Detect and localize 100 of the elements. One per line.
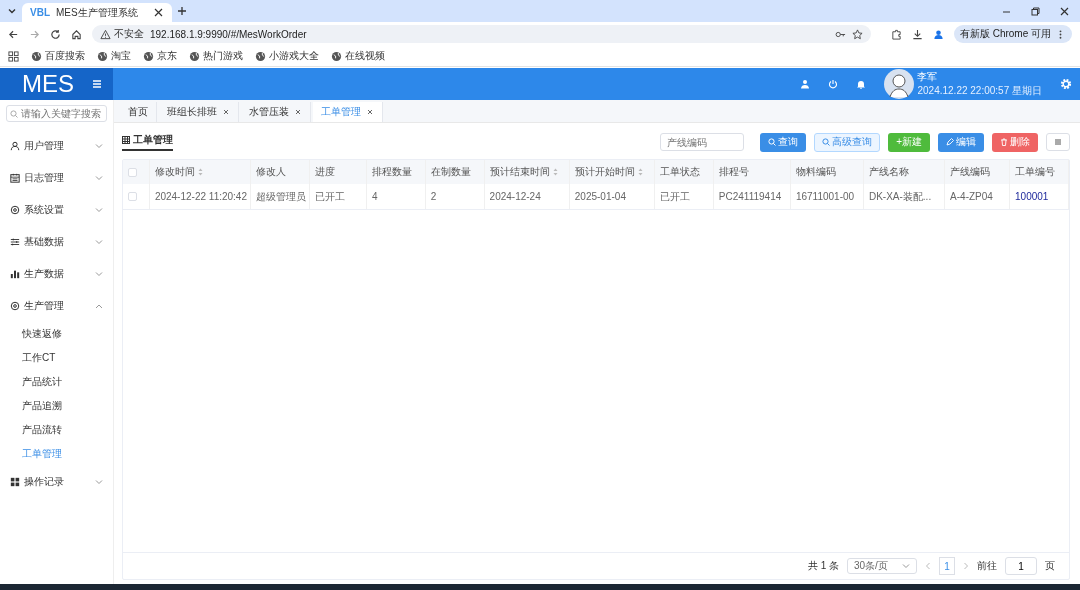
update-button[interactable]: 有新版 Chrome 可用 [953, 25, 1072, 43]
reload-icon[interactable] [50, 28, 61, 40]
datetime: 2024.12.22 22:00:57 星期日 [917, 84, 1042, 98]
table-cell: 2024-12-24 [489, 191, 541, 202]
table-link[interactable]: 100001 [1015, 191, 1049, 202]
close-icon[interactable] [153, 7, 164, 18]
sort-icon [637, 168, 643, 176]
sort-icon [552, 168, 558, 176]
gear-icon [10, 205, 20, 215]
chevron-up-icon [95, 303, 103, 309]
column-header: 在制数量 [430, 165, 472, 179]
bookmark[interactable]: 小游戏大全 [255, 49, 319, 63]
globe-icon [143, 50, 154, 62]
sidebar-subitem[interactable]: 产品统计 [0, 370, 113, 394]
sidebar-item[interactable]: 用户管理 [0, 130, 113, 162]
bell-icon[interactable] [856, 79, 867, 89]
column-header: 排程号 [718, 165, 750, 179]
table-cell: DK-XA-装配... [868, 190, 932, 202]
bookmark[interactable]: 京东 [143, 49, 177, 63]
sidebar-subitem[interactable]: 产品流转 [0, 418, 113, 442]
checkbox[interactable] [128, 167, 137, 177]
close-icon[interactable] [366, 108, 374, 116]
settings-icon[interactable] [1060, 78, 1072, 90]
chevron-down-icon [95, 143, 103, 149]
url-text: 192.168.1.9:9990/#/MesWorkOrder [150, 28, 308, 40]
security-status[interactable]: 不安全 [100, 27, 144, 41]
search-icon [822, 138, 831, 146]
sidebar-subitem[interactable]: 产品追溯 [0, 394, 113, 418]
chevron-down-icon [95, 479, 103, 485]
table-cell: 16711001-00 [795, 191, 855, 202]
close-icon[interactable] [222, 108, 230, 116]
search-icon [768, 138, 777, 146]
page-tab[interactable]: 工单管理 [313, 102, 383, 122]
chevron-down-icon [95, 175, 103, 181]
column-header: 产线编码 [950, 165, 992, 179]
sidebar-item[interactable]: 系统设置 [0, 194, 113, 226]
page-number[interactable]: 1 [939, 557, 955, 575]
app-logo: MES [21, 70, 75, 98]
home-icon[interactable] [71, 28, 82, 40]
close-icon[interactable] [1059, 5, 1070, 17]
chevron-down-icon [95, 207, 103, 213]
grid-icon [10, 477, 20, 487]
table-cell: A-4-ZP04 [950, 191, 993, 202]
sidebar-subitem[interactable]: 快速返修 [0, 322, 113, 346]
extension-icon[interactable] [890, 28, 902, 40]
sidebar-subitem[interactable]: 工作CT [0, 346, 113, 370]
globe-icon [97, 50, 108, 62]
bookmark[interactable]: 热门游戏 [189, 49, 243, 63]
table-cell: 4 [371, 191, 378, 202]
user-icon [10, 141, 20, 151]
sidebar-item[interactable]: 生产数据 [0, 258, 113, 290]
page-size-select[interactable]: 30条/页 [847, 558, 917, 574]
bar-chart-icon [10, 269, 20, 279]
apps-icon[interactable] [8, 50, 19, 62]
sidebar-item[interactable]: 基础数据 [0, 226, 113, 258]
plus-icon[interactable] [176, 5, 188, 17]
column-header: 工单编号 [1015, 165, 1057, 179]
column-header: 修改人 [256, 165, 288, 179]
star-icon[interactable] [851, 28, 863, 40]
filter-field[interactable]: 产线编码 [660, 133, 745, 151]
trash-icon [1000, 138, 1008, 146]
user-name: 李军 [917, 70, 939, 84]
sidebar-item[interactable]: 操作记录 [0, 466, 113, 498]
restore-icon[interactable] [1030, 5, 1041, 17]
checkbox[interactable] [128, 192, 137, 201]
warning-icon [100, 28, 111, 40]
download-icon[interactable] [911, 28, 923, 40]
table-cell: 2025-01-04 [574, 191, 626, 202]
table-cell: 2024-12-22 11:20:42 [154, 191, 247, 202]
column-header: 工单状态 [660, 165, 701, 179]
close-icon[interactable] [294, 108, 302, 116]
page-suffix: 页 [1045, 559, 1055, 573]
search-icon [10, 109, 18, 118]
edit-icon [946, 138, 954, 146]
table-cell: 已开工 [660, 190, 690, 202]
globe-icon [31, 50, 42, 62]
column-header: 物料编码 [795, 165, 837, 179]
sidebar-subitem[interactable]: 工单管理 [0, 442, 113, 466]
page-input[interactable]: 1 [1005, 557, 1037, 575]
profile-icon[interactable] [932, 28, 944, 40]
user-icon[interactable] [800, 79, 811, 89]
chevron-down-icon [902, 563, 910, 569]
power-icon[interactable] [828, 79, 839, 89]
table-cell: 2 [430, 191, 437, 202]
total-count: 共 1 条 [807, 559, 839, 573]
sidebar-item[interactable]: 日志管理 [0, 162, 113, 194]
address-bar[interactable]: 不安全 192.168.1.9:9990/#/MesWorkOrder [92, 25, 871, 43]
avatar[interactable] [884, 69, 915, 99]
bookmark[interactable]: 百度搜索 [31, 49, 85, 63]
page-title: 工单管理 [122, 133, 173, 151]
sliders-icon [10, 237, 20, 247]
calendar-icon [10, 173, 20, 183]
sort-icon [197, 168, 203, 176]
browser-tab[interactable]: VBL MES生产管理系统 [22, 3, 172, 22]
sidebar-item[interactable]: 生产管理 [0, 290, 113, 322]
search-field[interactable]: 请输入关键字搜索 [6, 105, 107, 122]
column-header: 排程数量 [371, 165, 413, 179]
bookmark[interactable]: 在线视频 [331, 49, 385, 63]
bookmark[interactable]: 淘宝 [97, 49, 131, 63]
back-icon[interactable] [8, 28, 19, 40]
